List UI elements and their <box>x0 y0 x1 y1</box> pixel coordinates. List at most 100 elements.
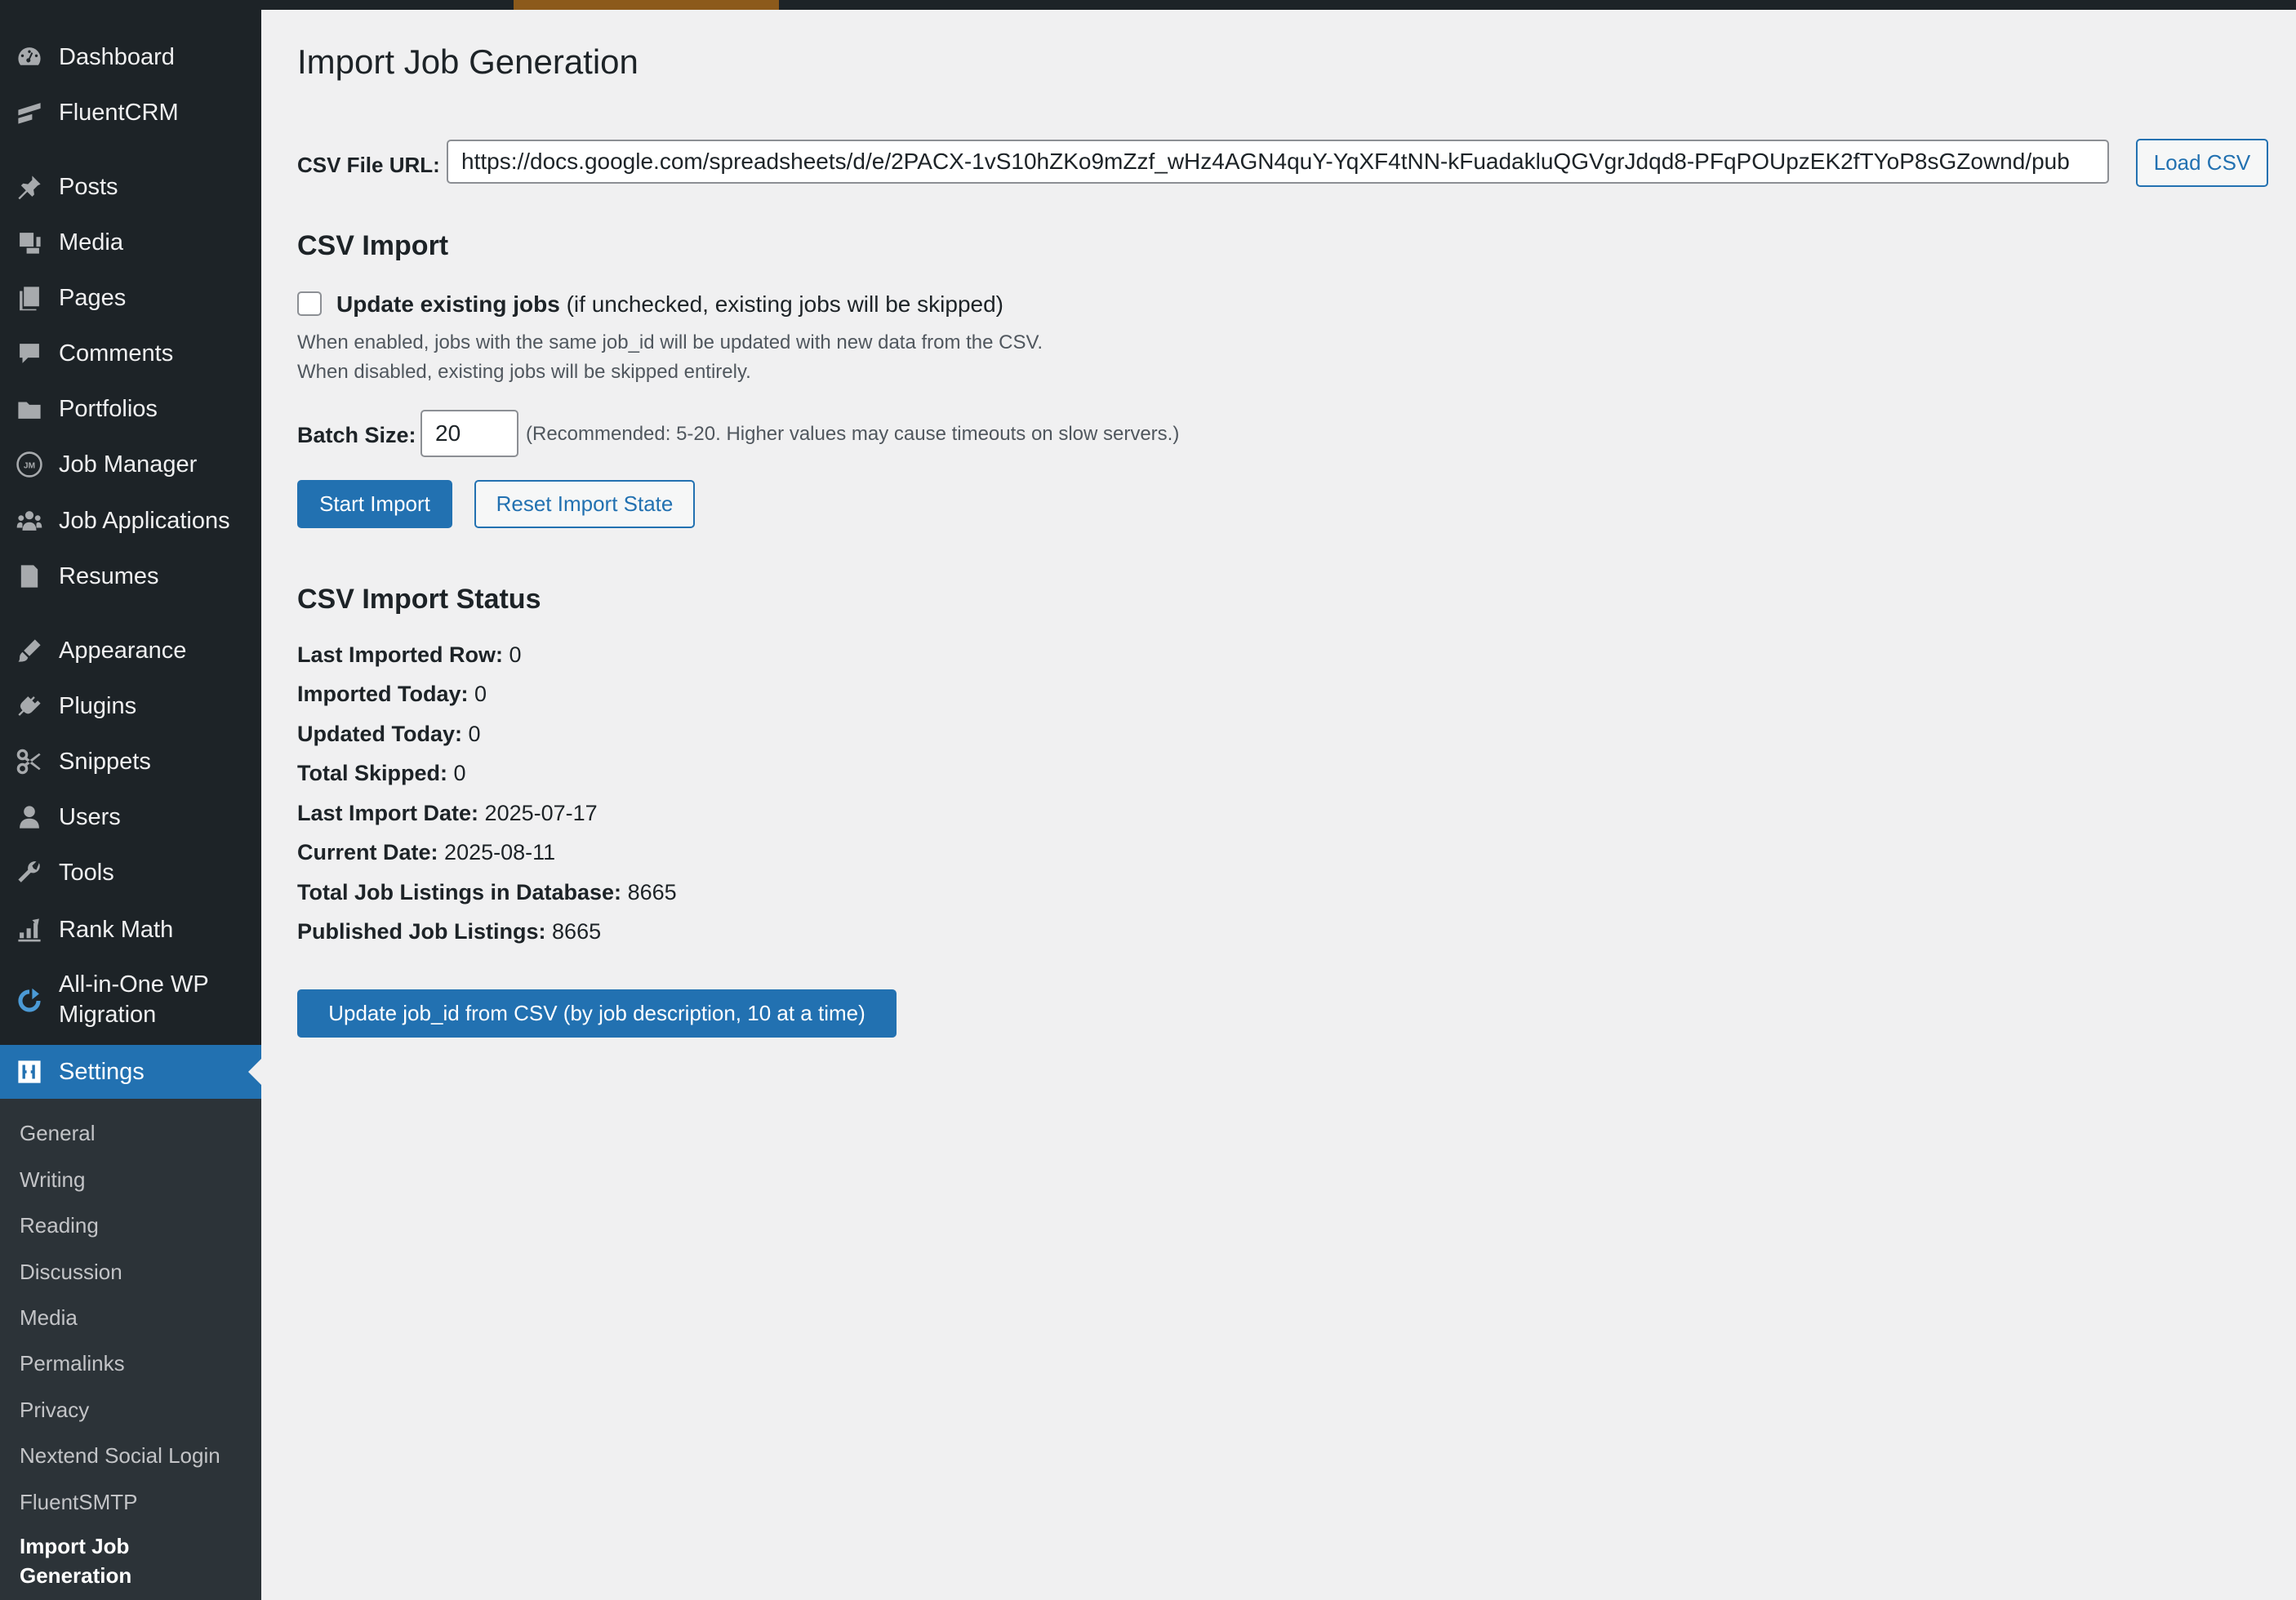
sidebar-item-pages[interactable]: Pages <box>0 272 261 324</box>
sidebar-item-rank-math[interactable]: Rank Math <box>0 904 261 956</box>
sidebar-item-label: Tools <box>59 859 114 886</box>
paintbrush-icon <box>15 636 44 665</box>
sidebar-item-job-manager[interactable]: JM Job Manager <box>0 438 261 491</box>
sidebar-item-job-applications[interactable]: Job Applications <box>0 495 261 547</box>
settings-sliders-icon <box>15 1057 44 1087</box>
reset-import-state-button[interactable]: Reset Import State <box>474 480 695 528</box>
admin-top-bar <box>0 0 2296 10</box>
sidebar-item-label: Posts <box>59 173 118 200</box>
sidebar-item-label: Dashboard <box>59 43 175 70</box>
sidebar-item-comments[interactable]: Comments <box>0 327 261 380</box>
submenu-item-fluentsmtp[interactable]: FluentSMTP <box>20 1487 138 1517</box>
batch-size-hint: (Recommended: 5-20. Higher values may ca… <box>526 423 1180 445</box>
update-existing-description-line2: When disabled, existing jobs will be ski… <box>297 361 751 383</box>
status-total-job-listings: Total Job Listings in Database: 8665 <box>297 880 677 905</box>
batch-size-input[interactable] <box>420 410 518 457</box>
sidebar-item-label: Portfolios <box>59 395 158 422</box>
document-icon <box>15 562 44 591</box>
pages-icon <box>15 283 44 313</box>
status-key: Last Imported Row: <box>297 642 504 667</box>
sidebar-item-tools[interactable]: Tools <box>0 847 261 899</box>
status-total-skipped: Total Skipped: 0 <box>297 761 466 786</box>
status-value: 0 <box>453 761 466 785</box>
sidebar-item-resumes[interactable]: Resumes <box>0 550 261 602</box>
submenu-item-discussion[interactable]: Discussion <box>20 1257 122 1287</box>
status-key: Imported Today: <box>297 682 469 706</box>
status-key: Published Job Listings: <box>297 919 546 944</box>
sidebar-item-settings[interactable]: Settings <box>0 1045 261 1099</box>
csv-import-status-heading: CSV Import Status <box>297 584 541 615</box>
status-last-imported-row: Last Imported Row: 0 <box>297 642 522 668</box>
sidebar-item-label: Settings <box>59 1058 145 1085</box>
user-icon <box>15 802 44 832</box>
submenu-item-nextend-social-login[interactable]: Nextend Social Login <box>20 1441 220 1470</box>
status-value: 8665 <box>627 880 677 904</box>
sidebar-item-label: Job Manager <box>59 451 198 478</box>
fluentcrm-icon <box>15 98 44 127</box>
status-value: 0 <box>468 722 481 746</box>
sidebar-item-label: Comments <box>59 340 174 367</box>
scissors-icon <box>15 747 44 776</box>
status-published-job-listings: Published Job Listings: 8665 <box>297 919 601 944</box>
sidebar-item-label: Resumes <box>59 562 159 589</box>
status-value: 2025-07-17 <box>484 801 598 825</box>
page-title: Import Job Generation <box>297 42 639 81</box>
sidebar-item-label: FluentCRM <box>59 99 179 126</box>
load-csv-button[interactable]: Load CSV <box>2136 139 2268 187</box>
update-existing-description-line1: When enabled, jobs with the same job_id … <box>297 331 1043 353</box>
submenu-item-permalinks[interactable]: Permalinks <box>20 1349 125 1378</box>
status-value: 8665 <box>552 919 602 944</box>
sidebar-item-label: Media <box>59 229 123 256</box>
sidebar-item-users[interactable]: Users <box>0 791 261 843</box>
status-key: Total Job Listings in Database: <box>297 880 622 904</box>
jm-badge-icon: JM <box>15 450 44 479</box>
submenu-item-general[interactable]: General <box>20 1118 96 1148</box>
media-icon <box>15 228 44 257</box>
sidebar-item-media[interactable]: Media <box>0 216 261 269</box>
status-key: Last Import Date: <box>297 801 479 825</box>
sidebar-item-plugins[interactable]: Plugins <box>0 680 261 732</box>
sidebar-item-label: Plugins <box>59 692 137 719</box>
update-job-id-from-csv-button[interactable]: Update job_id from CSV (by job descripti… <box>297 989 897 1038</box>
csv-url-label: CSV File URL: <box>297 153 440 177</box>
sidebar-item-label: Appearance <box>59 637 187 664</box>
folder-icon <box>15 394 44 424</box>
sidebar-item-label: Rank Math <box>59 916 174 943</box>
wrench-icon <box>15 858 44 887</box>
status-key: Total Skipped: <box>297 761 448 785</box>
csv-import-heading: CSV Import <box>297 230 449 261</box>
migration-icon <box>15 986 44 1016</box>
sidebar-item-dashboard[interactable]: Dashboard <box>0 31 261 83</box>
sidebar-item-label: All-in-One WP Migration <box>59 971 209 1028</box>
sidebar-item-label: Pages <box>59 284 127 311</box>
admin-sidebar: Dashboard FluentCRM Posts Media Pages Co… <box>0 0 261 1600</box>
start-import-button[interactable]: Start Import <box>297 480 452 528</box>
sidebar-item-label: Job Applications <box>59 507 230 534</box>
update-existing-jobs-checkbox[interactable] <box>297 291 322 316</box>
update-existing-jobs-label: Update existing jobs (if unchecked, exis… <box>336 291 1003 318</box>
sidebar-item-appearance[interactable]: Appearance <box>0 624 261 677</box>
sidebar-item-posts[interactable]: Posts <box>0 161 261 213</box>
status-value: 0 <box>474 682 487 706</box>
rank-math-icon <box>15 915 44 944</box>
sidebar-item-fluentcrm[interactable]: FluentCRM <box>0 87 261 139</box>
sidebar-item-snippets[interactable]: Snippets <box>0 736 261 788</box>
csv-url-input[interactable] <box>447 140 2109 184</box>
status-updated-today: Updated Today: 0 <box>297 722 481 747</box>
submenu-item-privacy[interactable]: Privacy <box>20 1395 89 1424</box>
comment-bubble-icon <box>15 339 44 368</box>
status-key: Current Date: <box>297 840 438 864</box>
submenu-item-writing[interactable]: Writing <box>20 1165 85 1194</box>
submenu-item-import-job-generation[interactable]: Import Job Generation <box>20 1531 183 1590</box>
users-group-icon <box>15 506 44 536</box>
status-imported-today: Imported Today: 0 <box>297 682 487 707</box>
active-indicator-arrow <box>248 1059 261 1085</box>
sidebar-item-all-in-one-wp-migration[interactable]: All-in-One WP Migration <box>0 967 261 1035</box>
submenu-item-reading[interactable]: Reading <box>20 1211 99 1240</box>
sidebar-item-portfolios[interactable]: Portfolios <box>0 383 261 435</box>
sidebar-item-label: Users <box>59 803 121 830</box>
settings-submenu: General Writing Reading Discussion Media… <box>0 1099 261 1600</box>
submenu-item-media[interactable]: Media <box>20 1303 78 1332</box>
update-existing-jobs-label-bold: Update existing jobs <box>336 291 560 317</box>
status-last-import-date: Last Import Date: 2025-07-17 <box>297 801 598 826</box>
